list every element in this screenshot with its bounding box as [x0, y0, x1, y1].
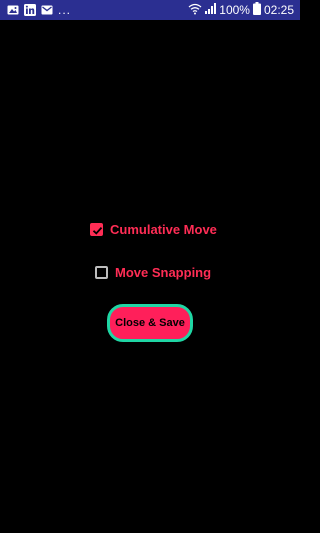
wifi-icon — [188, 3, 202, 18]
signal-icon — [205, 3, 217, 17]
status-bar: ... 100% 02:25 — [0, 0, 300, 20]
battery-percent: 100% — [219, 3, 250, 17]
app-screen: ... 100% 02:25 Cumulative Move Move Snap… — [0, 0, 300, 533]
cumulative-move-label: Cumulative Move — [110, 222, 217, 237]
system-status-area: 100% 02:25 — [188, 2, 294, 18]
gallery-icon — [7, 4, 19, 16]
checkmark-icon — [92, 226, 103, 235]
battery-icon — [252, 2, 261, 18]
cumulative-move-checkbox[interactable] — [90, 223, 103, 236]
notification-area: ... — [7, 3, 71, 17]
linkedin-icon — [24, 4, 36, 16]
close-and-save-button[interactable]: Close & Save — [107, 304, 193, 342]
more-notifications-indicator: ... — [58, 3, 72, 17]
email-icon — [41, 4, 53, 16]
move-snapping-checkbox[interactable] — [95, 266, 108, 279]
move-snapping-option[interactable]: Move Snapping — [95, 265, 211, 280]
cumulative-move-option[interactable]: Cumulative Move — [90, 222, 217, 237]
move-snapping-label: Move Snapping — [115, 265, 212, 280]
status-time: 02:25 — [263, 3, 294, 17]
